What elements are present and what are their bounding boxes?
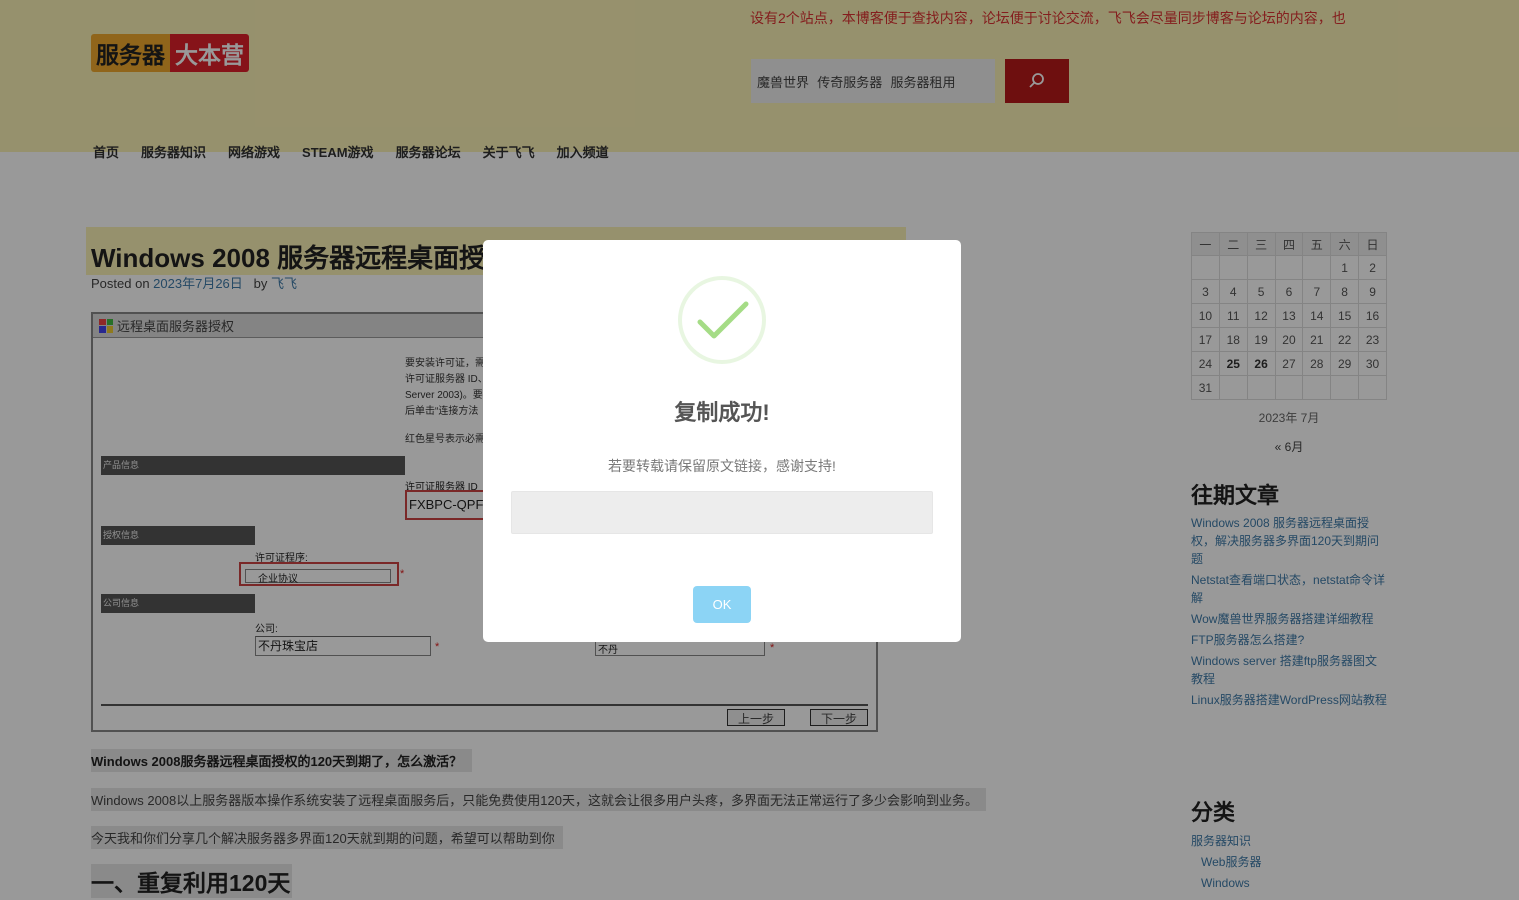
ok-button[interactable]: OK [693, 586, 751, 623]
modal-input[interactable] [511, 491, 933, 534]
modal-text: 若要转载请保留原文链接，感谢支持! [608, 458, 836, 474]
copy-success-modal: 复制成功! 若要转载请保留原文链接，感谢支持! OK [483, 240, 961, 642]
modal-title: 复制成功! [674, 400, 770, 425]
success-check-icon [697, 301, 749, 339]
